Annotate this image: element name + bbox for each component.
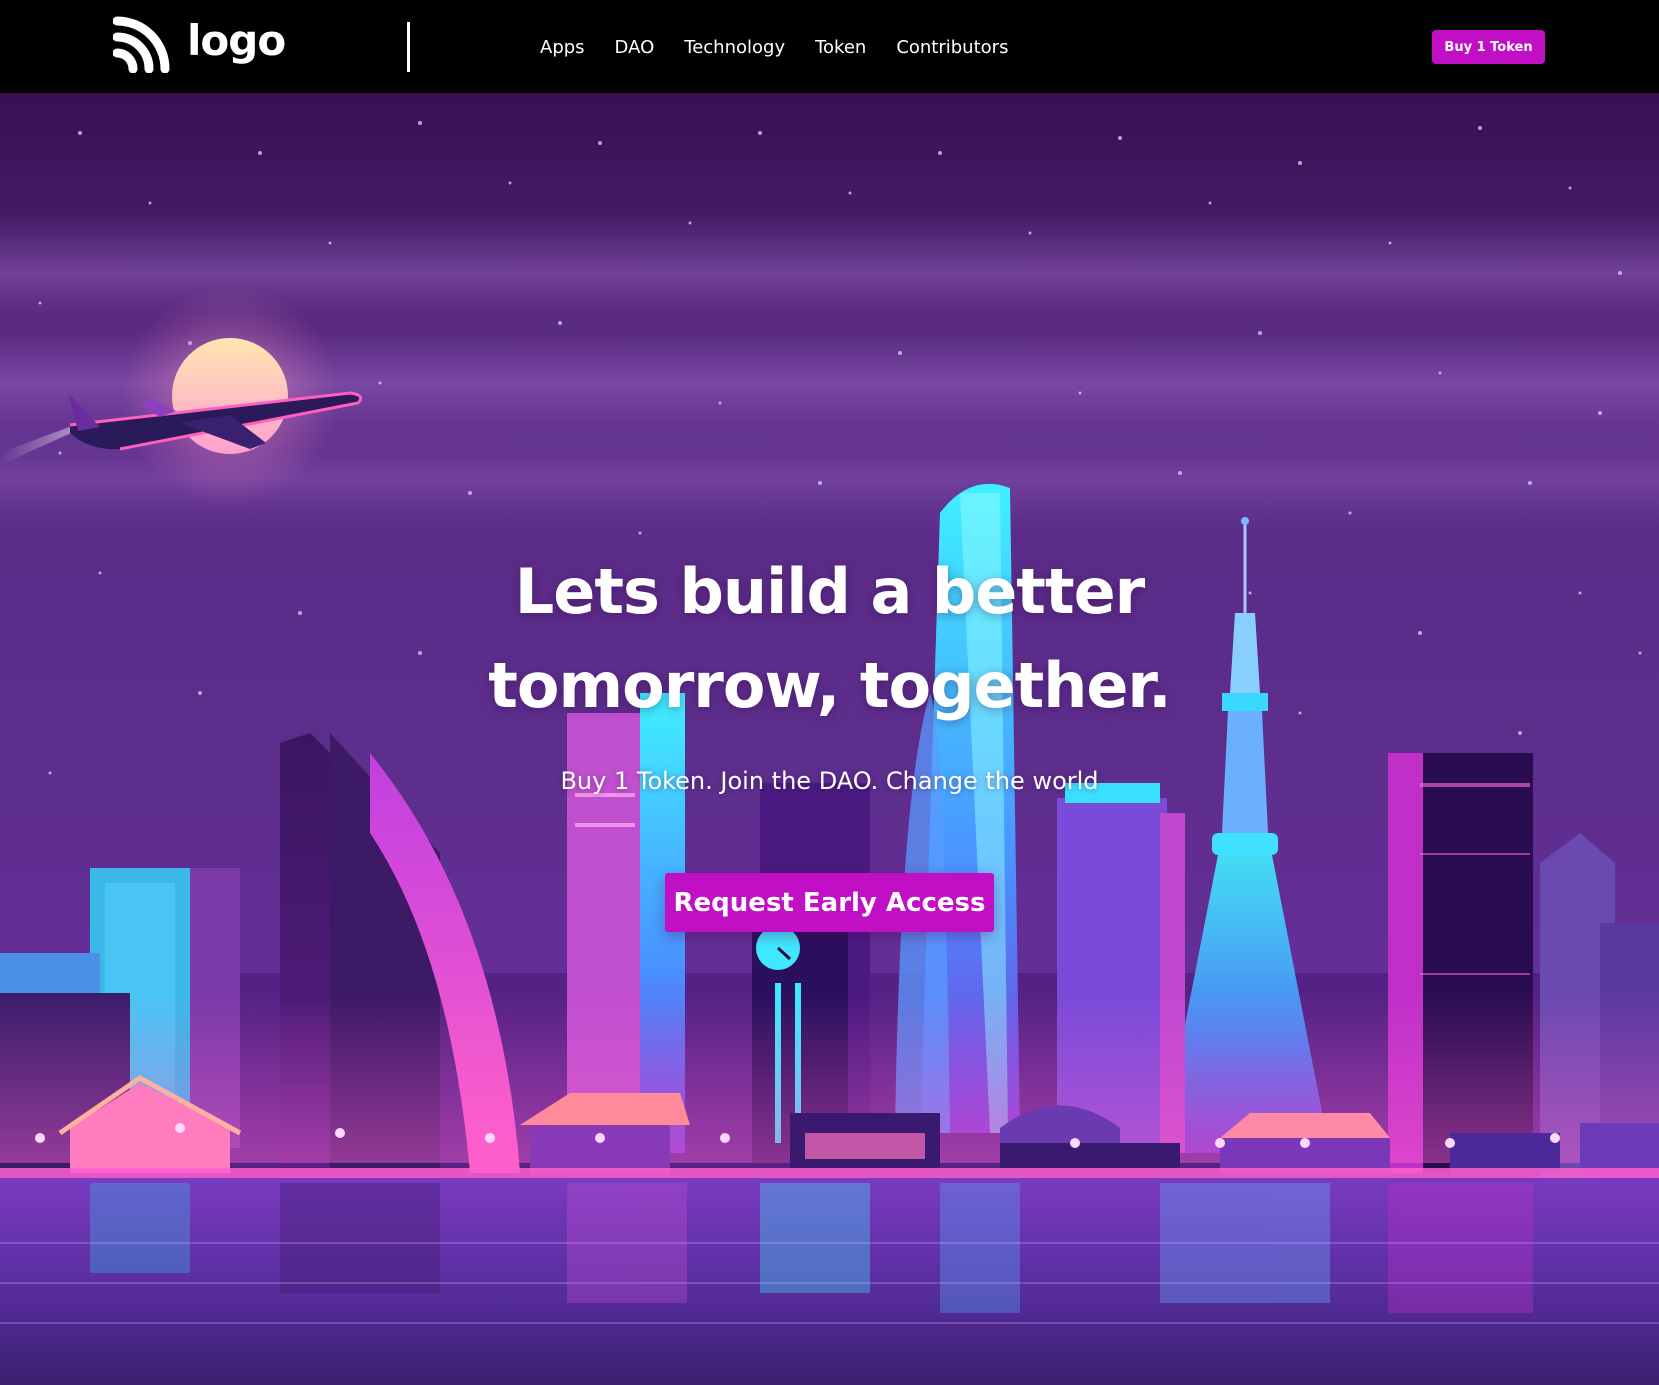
hero-title-line-2: tomorrow, together. — [488, 649, 1171, 722]
logo-link[interactable]: logo — [113, 14, 293, 74]
request-early-access-button[interactable]: Request Early Access — [665, 873, 994, 932]
hero-title-line-1: Lets build a better — [514, 555, 1145, 628]
nav-item-apps[interactable]: Apps — [540, 37, 585, 58]
logo-text: logo — [187, 16, 286, 65]
logo-signal-icon — [113, 16, 170, 73]
header-divider — [407, 22, 410, 72]
hero-subtitle: Buy 1 Token. Join the DAO. Change the wo… — [560, 767, 1099, 795]
hero-title: Lets build a better tomorrow, together. — [0, 545, 1659, 733]
nav-item-token[interactable]: Token — [815, 37, 866, 58]
landing-page: logo Apps DAO Technology Token Contribut… — [0, 0, 1659, 1385]
nav-item-contributors[interactable]: Contributors — [896, 37, 1008, 58]
nav-item-dao[interactable]: DAO — [615, 37, 655, 58]
main-nav: Apps DAO Technology Token Contributors — [540, 30, 1008, 64]
hero-section: Lets build a better tomorrow, together. … — [0, 93, 1659, 1385]
site-header: logo Apps DAO Technology Token Contribut… — [0, 0, 1659, 93]
buy-token-button[interactable]: Buy 1 Token — [1432, 30, 1545, 64]
nav-item-technology[interactable]: Technology — [684, 37, 785, 58]
hero-cityscape-illustration — [0, 93, 1659, 1385]
